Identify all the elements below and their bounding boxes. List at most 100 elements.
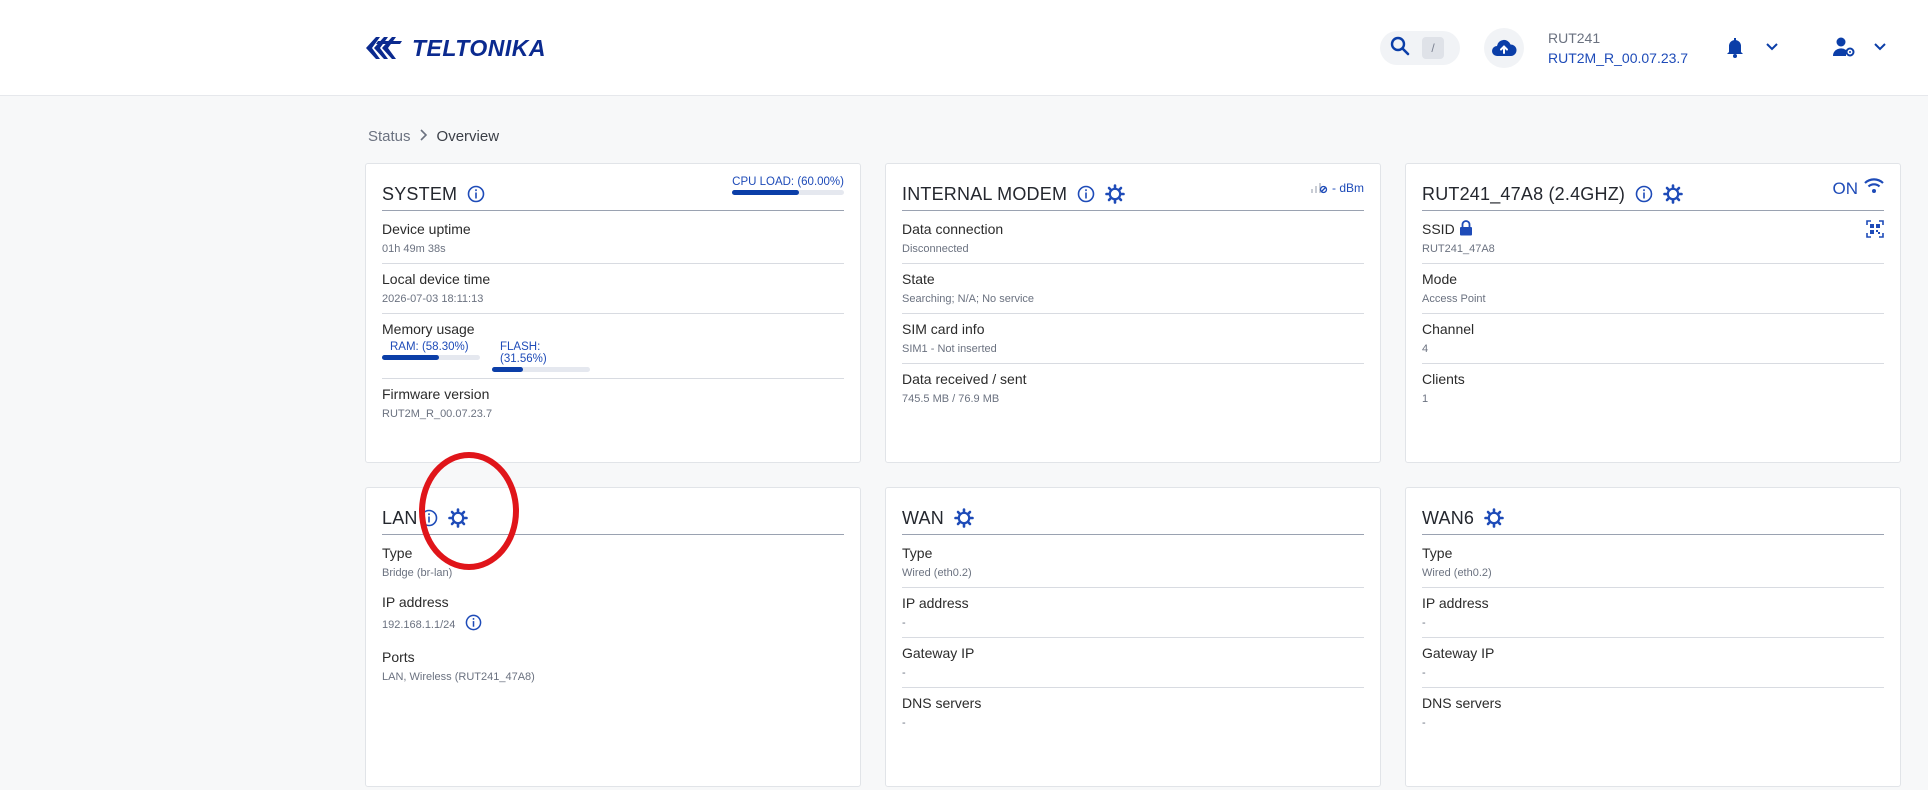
local-time-label: Local device time: [382, 271, 491, 287]
modem-row-value: Searching; N/A; No service: [902, 293, 1035, 305]
wifi-icon: [1864, 178, 1884, 199]
system-title: SYSTEM: [382, 183, 458, 204]
wan-card: WAN Type Wired (eth0.2) IP address - Gat…: [885, 487, 1381, 787]
ram-usage: RAM: (58.30%): [382, 341, 480, 372]
wan-row-value: -: [902, 717, 906, 729]
user-settings-icon[interactable]: [1832, 36, 1856, 63]
breadcrumb-chevron-right-icon: [419, 128, 429, 145]
cloud-upload-button[interactable]: [1484, 28, 1524, 68]
modem-settings-gear-icon[interactable]: [1105, 184, 1125, 204]
wan6-row: DNS servers -: [1422, 688, 1884, 737]
device-firmware: RUT2M_R_00.07.23.7: [1548, 50, 1689, 66]
lan-ports-value: LAN, Wireless (RUT241_47A8): [382, 671, 535, 683]
device-name: RUT241: [1548, 30, 1601, 46]
lan-ports-label: Ports: [382, 649, 415, 665]
system-rows: Device uptime 01h 49m 38s Local device t…: [382, 214, 844, 428]
breadcrumb-overview: Overview: [436, 128, 500, 145]
wifi-row-label: Clients: [1422, 371, 1465, 387]
modem-signal: - dBm: [1310, 178, 1364, 197]
wan6-card-header: WAN6: [1422, 502, 1884, 535]
cpu-load-bar-fill: [732, 190, 800, 195]
teltonika-logo[interactable]: TELTONIKA: [364, 31, 546, 65]
wan6-row-label: Type: [1422, 545, 1453, 561]
qr-code-icon[interactable]: [1866, 220, 1884, 243]
wifi-rows: SSID RUT241_47A8 Mode Access Point Chann…: [1422, 214, 1884, 413]
wifi-card-header: RUT241_47A8 (2.4GHZ): [1422, 178, 1884, 211]
breadcrumb: Status Overview: [368, 128, 499, 145]
uptime-value: 01h 49m 38s: [382, 243, 446, 255]
cpu-load: CPU LOAD: (60.00%): [732, 176, 844, 195]
flash-label: FLASH: (31.56%): [500, 341, 547, 365]
wan6-row-label: DNS servers: [1422, 695, 1502, 711]
wifi-status-text: ON: [1832, 178, 1859, 198]
ssid-label-wrap: SSID: [1422, 220, 1884, 238]
wan6-card: WAN6 Type Wired (eth0.2) IP address - Ga…: [1405, 487, 1901, 787]
wan6-row: Gateway IP -: [1422, 638, 1884, 688]
modem-title: INTERNAL MODEM: [902, 183, 1068, 204]
wifi-title: RUT241_47A8 (2.4GHZ): [1422, 183, 1626, 204]
wan6-row-value: Wired (eth0.2): [1422, 567, 1492, 579]
modem-info-icon[interactable]: [1077, 185, 1095, 203]
cpu-load-bar: [732, 190, 844, 195]
wan-row-label: Type: [902, 545, 933, 561]
local-time-value: 2026-07-03 18:11:13: [382, 293, 484, 305]
search-button[interactable]: /: [1380, 31, 1460, 65]
wan-row-value: -: [902, 667, 906, 679]
wifi-row-ssid: SSID RUT241_47A8: [1422, 214, 1884, 264]
wan6-rows: Type Wired (eth0.2) IP address - Gateway…: [1422, 538, 1884, 737]
search-icon: [1390, 36, 1410, 61]
wan-row-label: Gateway IP: [902, 645, 975, 661]
wifi-info-icon[interactable]: [1635, 185, 1653, 203]
wifi-settings-gear-icon[interactable]: [1663, 184, 1683, 204]
notifications-bell-icon[interactable]: [1724, 36, 1746, 63]
wan6-row-value: -: [1422, 717, 1426, 729]
lan-row-ip: IP address 192.168.1.1/24: [382, 587, 844, 642]
wan6-row: IP address -: [1422, 588, 1884, 638]
system-row-memory: Memory usage RAM: (58.30%) FLASH: (31.56…: [382, 314, 844, 379]
ram-bar: [382, 355, 480, 360]
flash-usage: FLASH: (31.56%): [492, 341, 590, 372]
modem-rows: Data connection Disconnected State Searc…: [902, 214, 1364, 413]
wifi-row: Mode Access Point: [1422, 264, 1884, 314]
wifi-row-label: Mode: [1422, 271, 1458, 287]
lan-ip-wrap: 192.168.1.1/24: [382, 614, 844, 636]
search-shortcut-key: /: [1422, 37, 1444, 59]
wan6-row-value: -: [1422, 617, 1426, 629]
modem-row-label: SIM card info: [902, 321, 985, 337]
modem-row-value: 745.5 MB / 76.9 MB: [902, 393, 1000, 405]
wifi-status: ON: [1833, 178, 1885, 199]
flash-bar: [492, 367, 590, 372]
wifi-row-value: 1: [1422, 393, 1429, 405]
wan-title: WAN: [902, 507, 944, 528]
system-card: SYSTEM CPU LOAD: (60.00%) Device uptime …: [365, 163, 861, 463]
annotation-highlight-circle: [419, 452, 519, 570]
wifi-row-label: Channel: [1422, 321, 1475, 337]
modem-row-label: State: [902, 271, 935, 287]
wifi-row: Clients 1: [1422, 364, 1884, 413]
wan6-row-value: -: [1422, 667, 1426, 679]
wan-row-label: DNS servers: [902, 695, 982, 711]
wan6-settings-gear-icon[interactable]: [1484, 508, 1504, 528]
top-header: TELTONIKA / RUT241 RUT2M_R_00.07.23.7: [0, 0, 1928, 96]
system-row-time: Local device time 2026-07-03 18:11:13: [382, 264, 844, 314]
wan-settings-gear-icon[interactable]: [954, 508, 974, 528]
wan-row-value: -: [902, 617, 906, 629]
wan-row: DNS servers -: [902, 688, 1364, 737]
lan-row-ports: Ports LAN, Wireless (RUT241_47A8): [382, 642, 844, 691]
modem-row-label: Data connection: [902, 221, 1004, 237]
user-chevron-down-icon[interactable]: [1872, 39, 1888, 60]
breadcrumb-status[interactable]: Status: [368, 128, 411, 145]
wan6-title: WAN6: [1422, 507, 1475, 528]
firmware-value: RUT2M_R_00.07.23.7: [382, 408, 493, 420]
modem-row: Data received / sent 745.5 MB / 76.9 MB: [902, 364, 1364, 413]
wifi-row: Channel 4: [1422, 314, 1884, 364]
lan-ip-info-icon[interactable]: [465, 614, 482, 636]
ram-label: RAM: (58.30%): [390, 341, 469, 353]
system-info-icon[interactable]: [467, 185, 485, 203]
notifications-chevron-down-icon[interactable]: [1764, 39, 1780, 60]
ssid-label: SSID: [1422, 221, 1455, 237]
signal-dbm-value: - dBm: [1331, 180, 1364, 195]
wifi-row-value: 4: [1422, 343, 1429, 355]
wan-row-label: IP address: [902, 595, 969, 611]
lan-ip-value: 192.168.1.1/24: [382, 619, 456, 631]
